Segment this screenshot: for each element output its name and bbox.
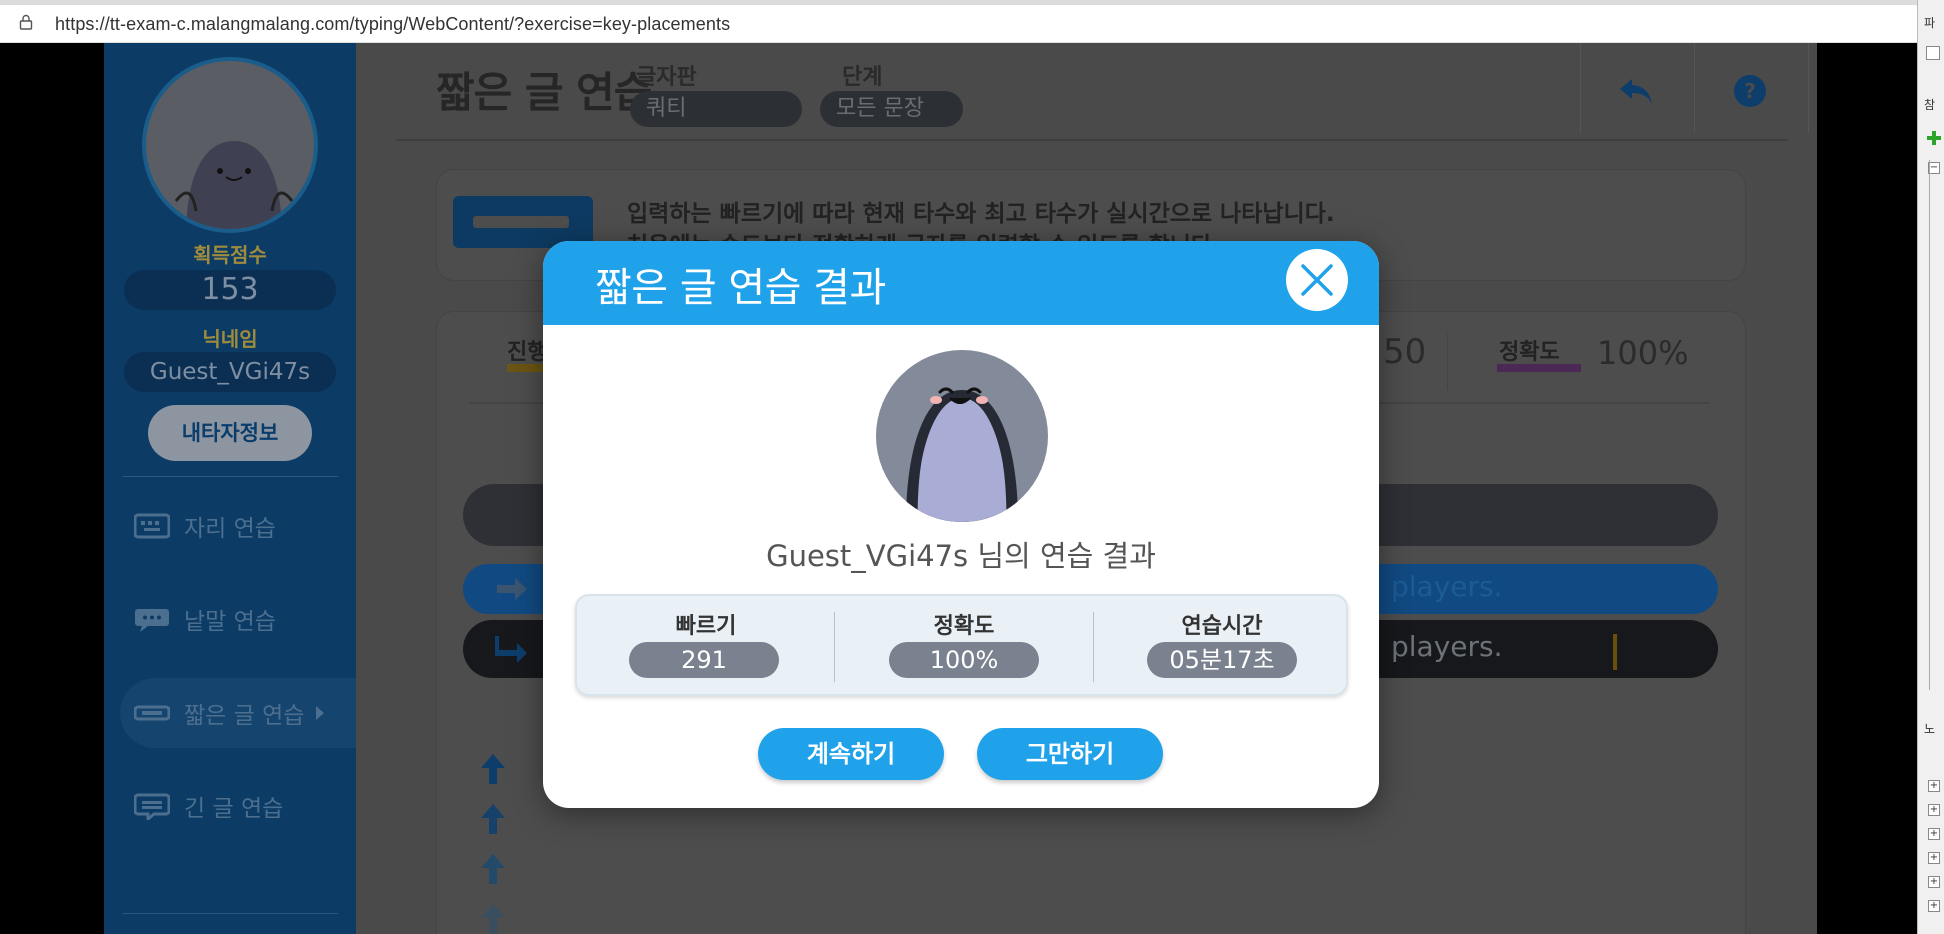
menu-item-words[interactable]: 낱말 연습: [104, 584, 356, 654]
menu-item-long-text[interactable]: 긴 글 연습: [104, 771, 356, 841]
accuracy-label: 정확도: [1499, 340, 1560, 365]
close-button[interactable]: [1286, 249, 1348, 311]
short-text-icon: [134, 705, 170, 721]
tree-line: [1929, 160, 1930, 690]
expand-icon[interactable]: +: [1928, 876, 1940, 888]
return-arrow-icon: [495, 636, 527, 663]
penguin-icon: [906, 387, 1018, 522]
result-label: 정확도: [933, 614, 995, 639]
accuracy-value: 100%: [1597, 334, 1689, 372]
menu-item-key-placement[interactable]: 자리 연습: [104, 491, 356, 561]
progress-label: 진행: [507, 340, 548, 365]
arrow-up-icon: [481, 754, 505, 784]
level-select[interactable]: 모든 문장: [820, 91, 963, 127]
result-label: 빠르기: [675, 614, 737, 639]
stat-separator: [1447, 334, 1448, 390]
page-title: 짧은 글 연습: [436, 68, 652, 117]
dialog-header: 짧은 글 연습 결과: [543, 241, 1379, 325]
target-text: players.: [1391, 570, 1503, 603]
accuracy-bar: [1497, 364, 1581, 372]
svg-text:?: ?: [1744, 79, 1756, 103]
nickname-value: Guest_VGi47s: [124, 352, 336, 392]
add-icon[interactable]: [1926, 130, 1942, 146]
expand-icon[interactable]: +: [1928, 852, 1940, 864]
dialog-title: 짧은 글 연습 결과: [595, 265, 886, 311]
score-label: 획득점수: [193, 243, 267, 267]
keyboard-icon: [134, 513, 170, 539]
menu-item-label: 낱말 연습: [184, 609, 276, 635]
result-value: 05분17초: [1147, 642, 1297, 678]
url-text[interactable]: https://tt-exam-c.malangmalang.com/typin…: [55, 14, 730, 35]
result-speed: 빠르기 291: [577, 596, 835, 694]
result-accuracy: 정확도 100%: [835, 596, 1093, 694]
expand-icon[interactable]: +: [1928, 780, 1940, 792]
sidebar: 획득점수 153 닉네임 Guest_VGi47s 내타자정보 자리 연습 낱말…: [104, 43, 356, 934]
side-panel-glyph: 노: [1924, 722, 1936, 736]
level-label: 단계: [842, 65, 883, 90]
score-value: 153: [124, 270, 336, 310]
expand-icon[interactable]: +: [1928, 828, 1940, 840]
result-value: 291: [629, 642, 779, 678]
my-info-button[interactable]: 내타자정보: [148, 405, 312, 461]
side-panel-glyph: 참: [1924, 98, 1936, 112]
back-icon[interactable]: [1616, 71, 1656, 111]
arrow-up-icon: [481, 804, 505, 834]
chevron-right-icon: [316, 706, 325, 720]
stop-button[interactable]: 그만하기: [977, 728, 1163, 780]
speech-bubble-icon: [135, 609, 169, 632]
divider: [122, 476, 338, 477]
side-panel-glyph: 파: [1924, 16, 1936, 30]
menu-item-label: 짧은 글 연습: [184, 703, 305, 729]
result-dialog: 짧은 글 연습 결과 Guest_VGi47s 님의 연습 결과 빠르기 291: [543, 241, 1379, 808]
document-icon: [1926, 46, 1940, 60]
result-username: Guest_VGi47s 님의 연습 결과: [766, 539, 1156, 573]
expand-icon[interactable]: +: [1928, 900, 1940, 912]
arrow-up-icon: [481, 854, 505, 884]
arrow-right-icon: [497, 578, 527, 600]
long-text-icon: [134, 793, 170, 820]
header-separator: [1808, 43, 1809, 133]
header-rule: [396, 139, 1788, 141]
result-label: 연습시간: [1181, 614, 1263, 639]
typed-text: players.: [1391, 630, 1503, 663]
header-separator: [1694, 43, 1695, 133]
expand-icon[interactable]: +: [1928, 804, 1940, 816]
arrow-up-icon: [481, 904, 505, 934]
penguin-icon: [174, 141, 294, 229]
divider: [122, 913, 338, 914]
keyboard-layout-label: 글자판: [636, 65, 697, 90]
menu-item-short-text[interactable]: 짧은 글 연습: [120, 678, 356, 748]
speed-value: 50: [1383, 332, 1427, 372]
nickname-label: 닉네임: [202, 327, 258, 351]
text-caret: [1613, 634, 1617, 670]
address-bar[interactable]: https://tt-exam-c.malangmalang.com/typin…: [0, 5, 1917, 43]
result-avatar: [876, 350, 1048, 522]
keyboard-layout-select[interactable]: 쿼티: [630, 91, 802, 127]
menu-item-label: 자리 연습: [184, 516, 276, 542]
continue-button[interactable]: 계속하기: [758, 728, 944, 780]
result-summary: 빠르기 291 정확도 100% 연습시간 05분17초: [575, 594, 1348, 696]
result-time: 연습시간 05분17초: [1093, 596, 1351, 694]
menu-item-label: 긴 글 연습: [184, 796, 284, 822]
info-line: 입력하는 빠르기에 따라 현재 타수와 최고 타수가 실시간으로 나타납니다.: [627, 201, 1335, 227]
lock-icon: [19, 14, 33, 30]
avatar: [142, 57, 318, 233]
side-panel: 파 참 − 노 + + + + + +: [1917, 0, 1944, 934]
close-icon: [1301, 264, 1333, 296]
help-icon[interactable]: ?: [1730, 71, 1770, 111]
result-value: 100%: [889, 642, 1039, 678]
header-separator: [1580, 43, 1581, 133]
